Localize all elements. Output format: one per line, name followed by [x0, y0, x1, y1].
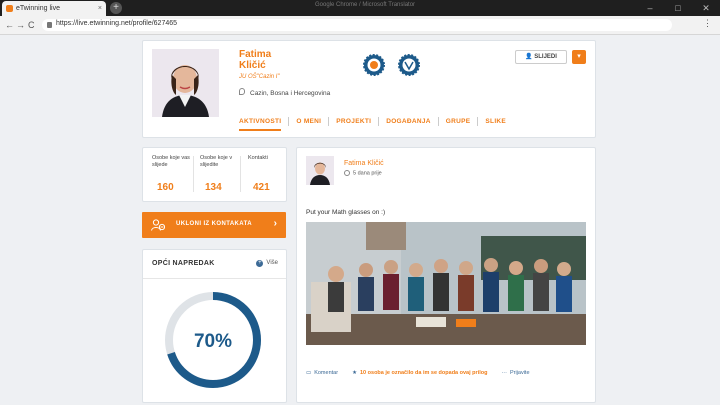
post-timestamp: 5 dana prije	[344, 170, 382, 176]
profile-card: Fatima Kličić JU OŠ"Cazin I" Cazin, Bosn…	[142, 40, 596, 138]
url-field[interactable]: https://live.etwinning.net/profile/62746…	[42, 19, 672, 31]
tab-slike[interactable]: SLIKE	[485, 118, 506, 125]
european-quality-label-badge-icon[interactable]	[398, 54, 420, 76]
following-count: 134	[205, 182, 222, 193]
tab-separator	[288, 117, 290, 126]
tab-separator	[437, 117, 439, 126]
profile-photo	[152, 49, 219, 117]
followers-count: 160	[157, 182, 174, 193]
post-time-text: 5 dana prije	[353, 170, 382, 177]
lock-icon	[47, 22, 52, 28]
contacts-label: Kontakti	[248, 155, 268, 161]
window-title: Google Chrome / Microsoft Translator	[315, 2, 416, 8]
remove-contact-label: UKLONI IZ KONTAKATA	[176, 221, 252, 227]
last-name: Kličić	[239, 60, 266, 71]
progress-more-label: Više	[266, 260, 278, 266]
progress-title: OPĆI NAPREDAK	[152, 260, 215, 267]
star-icon: ★	[352, 370, 357, 376]
following-stat[interactable]: Osobe koje v slijedite 134	[200, 155, 240, 193]
browser-tab-bar: eTwinning live × + Google Chrome / Micro…	[0, 0, 720, 16]
tab-separator	[477, 117, 479, 126]
person-plus-icon: 👤	[525, 54, 533, 60]
first-name: Fatima	[239, 49, 272, 60]
back-button[interactable]: ←	[5, 17, 14, 33]
following-label: Osobe koje v slijedite	[200, 155, 233, 168]
remove-contact-button[interactable]: UKLONI IZ KONTAKATA ›	[142, 212, 286, 238]
progress-more-link[interactable]: + Više	[256, 260, 278, 267]
forward-button[interactable]: →	[16, 17, 25, 33]
reload-button[interactable]: C	[28, 17, 35, 33]
profile-name: Fatima Kličić	[239, 49, 271, 71]
tab-separator	[328, 117, 330, 126]
general-progress-card: OPĆI NAPREDAK + Više 70%	[142, 249, 287, 403]
clock-icon	[344, 170, 350, 176]
location-pin-icon	[239, 88, 245, 95]
follow-label: SLIJEDI	[534, 54, 557, 60]
followers-label: Osobe koje vas slijede	[152, 155, 190, 168]
progress-divider	[143, 278, 286, 279]
location: Cazin, Bosna i Hercegovina	[239, 88, 330, 97]
more-options-dropdown-button[interactable]: ▾	[572, 50, 586, 64]
contacts-stat[interactable]: Kontakti 421	[248, 155, 288, 193]
stats-card: Osobe koje vas slijede 160 Osobe koje v …	[142, 147, 287, 202]
remove-contact-icon	[151, 219, 165, 231]
tab-grupe[interactable]: GRUPE	[446, 118, 471, 125]
post-photo[interactable]	[306, 222, 586, 345]
ellipsis-icon: ···	[501, 370, 507, 376]
plus-circle-icon: +	[256, 260, 264, 267]
etwinning-favicon-icon	[6, 5, 13, 12]
follow-button[interactable]: 👤 SLIJEDI	[515, 50, 567, 64]
post-author-name[interactable]: Fatima Kličić	[344, 160, 384, 167]
profile-tabs: AKTIVNOSTI O MENI PROJEKTI DOGAĐANJA GRU…	[239, 112, 506, 131]
tab-title: eTwinning live	[16, 5, 60, 12]
national-quality-label-badge-icon[interactable]	[363, 54, 385, 76]
tab-close-icon[interactable]: ×	[98, 1, 102, 16]
maximize-button[interactable]: □	[664, 0, 692, 16]
tab-aktivnosti[interactable]: AKTIVNOSTI	[239, 118, 282, 131]
close-window-button[interactable]: ✕	[692, 0, 720, 16]
post-text: Put your Math glasses on :)	[306, 209, 386, 216]
browser-menu-icon[interactable]: ⋮	[703, 18, 712, 29]
activity-post-card: Fatima Kličić 5 dana prije Put your Math…	[296, 147, 596, 403]
url-text: https://live.etwinning.net/profile/62746…	[56, 20, 178, 27]
new-tab-button[interactable]: +	[110, 2, 122, 14]
followers-stat[interactable]: Osobe koje vas slijede 160	[152, 155, 192, 193]
comment-icon: ▭	[306, 370, 312, 376]
tab-projekti[interactable]: PROJEKTI	[336, 118, 371, 125]
progress-ring: 70%	[165, 292, 261, 388]
post-author-avatar-image	[306, 156, 334, 185]
chevron-right-icon: ›	[273, 218, 277, 229]
browser-tab[interactable]: eTwinning live ×	[2, 1, 106, 16]
address-bar-row: ← → C https://live.etwinning.net/profile…	[0, 16, 720, 35]
minimize-button[interactable]: –	[636, 0, 664, 16]
likes-summary[interactable]: 10 osoba je označilo da im se dopada ova…	[360, 370, 487, 376]
tab-separator	[378, 117, 380, 126]
stat-divider	[240, 156, 241, 192]
tab-dogadanja[interactable]: DOGAĐANJA	[386, 118, 431, 125]
stat-divider	[193, 156, 194, 192]
report-link[interactable]: Prijavite	[510, 370, 530, 376]
progress-percent: 70%	[194, 331, 232, 352]
chevron-down-icon: ▾	[577, 53, 581, 60]
profile-photo-image	[152, 49, 219, 117]
post-actions: ▭ Komentar ★ 10 osoba je označilo da im …	[306, 370, 530, 376]
window-controls: – □ ✕	[636, 0, 720, 16]
school-link[interactable]: JU OŠ"Cazin I"	[239, 74, 280, 80]
tab-o-meni[interactable]: O MENI	[296, 118, 321, 125]
comment-link[interactable]: Komentar	[314, 370, 338, 376]
post-author-avatar[interactable]	[306, 156, 334, 185]
contacts-count: 421	[253, 182, 270, 193]
location-text: Cazin, Bosna i Hercegovina	[250, 90, 331, 97]
